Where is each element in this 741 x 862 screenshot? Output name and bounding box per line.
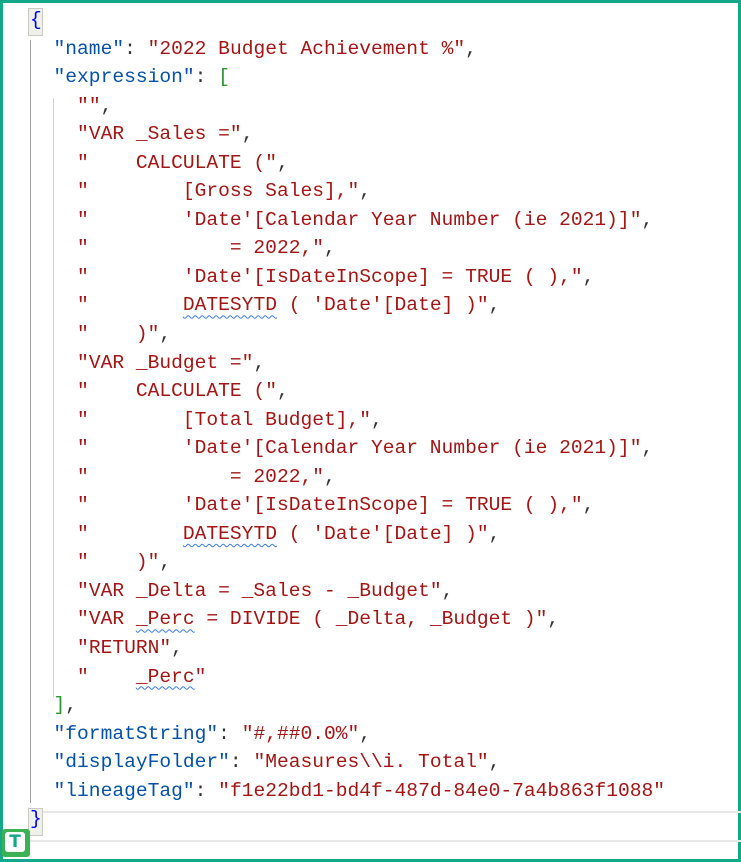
expression-line: "VAR _Budget =" (77, 351, 254, 374)
comma: , (359, 180, 372, 203)
code-line[interactable]: " )", (0, 320, 741, 349)
comma: , (441, 579, 454, 602)
code-line[interactable]: "VAR _Perc = DIVIDE ( _Delta, _Budget )"… (0, 605, 741, 634)
colon: : (194, 779, 219, 802)
code-line[interactable]: "", (0, 92, 741, 121)
expression-line: " )" (77, 551, 160, 574)
expression-line: " 'Date'[IsDateInScope] = TRUE ( )," (77, 494, 583, 517)
comma: , (171, 637, 183, 660)
expression-line: " _Perc" (77, 665, 207, 688)
code-line[interactable]: " 'Date'[Calendar Year Number (ie 2021)]… (0, 206, 741, 235)
json-key: "formatString" (53, 722, 219, 745)
comma: , (276, 151, 289, 174)
expression-line: " [Gross Sales]," (77, 180, 360, 203)
json-value-formatString: "#,##0.0%" (241, 722, 360, 745)
code-line[interactable]: ], (0, 691, 741, 720)
comma: , (582, 265, 595, 288)
code-line[interactable]: "formatString": "#,##0.0%", (0, 720, 741, 749)
json-key: "name" (53, 37, 125, 60)
comma: , (488, 522, 501, 545)
comma: , (641, 208, 654, 231)
code-line[interactable]: " DATESYTD ( 'Date'[Date] )", (0, 520, 741, 549)
expression-line: "" (77, 94, 101, 117)
code-line[interactable]: " 'Date'[IsDateInScope] = TRUE ( ),", (0, 263, 741, 292)
code-line[interactable]: " = 2022,", (0, 234, 741, 263)
comma: , (641, 437, 654, 460)
json-key: "lineageTag" (53, 779, 195, 802)
comma: , (488, 751, 501, 774)
comma: , (371, 408, 383, 431)
close-bracket: ] (53, 694, 66, 717)
spellcheck-squiggle: _Perc (135, 608, 195, 631)
colon: : (194, 66, 219, 89)
json-key: "expression" (53, 66, 195, 89)
code-line[interactable]: " [Total Budget],", (0, 406, 741, 435)
code-line[interactable]: "expression": [ (0, 63, 741, 92)
expression-line: "VAR _Sales =" (77, 123, 242, 146)
code-line[interactable]: " CALCULATE (", (0, 377, 741, 406)
expression-line: " = 2022," (77, 237, 324, 260)
comma: , (100, 94, 113, 117)
colon: : (218, 722, 242, 745)
code-line[interactable]: " DATESYTD ( 'Date'[Date] )", (0, 291, 741, 320)
code-line[interactable]: } (0, 805, 741, 834)
code-line[interactable]: "RETURN", (0, 634, 741, 663)
expression-line: " DATESYTD ( 'Date'[Date] )" (77, 294, 489, 317)
spellcheck-squiggle: DATESYTD (182, 522, 277, 545)
expression-line: " 'Date'[IsDateInScope] = TRUE ( )," (77, 265, 583, 288)
json-code-editor[interactable]: { "name": "2022 Budget Achievement %", "… (0, 6, 741, 842)
expression-line: "VAR _Delta = _Sales - _Budget" (77, 579, 442, 602)
json-value-name: "2022 Budget Achievement %" (147, 37, 466, 60)
expression-line: " )" (77, 323, 160, 346)
comma: , (159, 551, 172, 574)
comma: , (465, 37, 477, 60)
code-line[interactable]: " 'Date'[IsDateInScope] = TRUE ( ),", (0, 491, 741, 520)
code-line[interactable]: " )", (0, 548, 741, 577)
comma: , (65, 694, 78, 717)
code-line[interactable]: " CALCULATE (", (0, 149, 741, 178)
app-logo: T (2, 829, 30, 857)
comma: , (323, 237, 336, 260)
expression-line: " CALCULATE (" (77, 380, 277, 403)
comma: , (488, 294, 501, 317)
close-brace: } (30, 808, 42, 831)
comma: , (253, 351, 266, 374)
code-line[interactable]: " [Gross Sales],", (0, 177, 741, 206)
expression-line: " 'Date'[Calendar Year Number (ie 2021)]… (77, 437, 642, 460)
comma: , (582, 494, 595, 517)
code-line[interactable]: " _Perc" (0, 663, 741, 692)
comma: , (323, 465, 336, 488)
open-bracket: [ (218, 66, 230, 89)
logo-letter: T (5, 832, 25, 852)
code-line[interactable]: "VAR _Budget =", (0, 349, 741, 378)
expression-line: " 'Date'[Calendar Year Number (ie 2021)]… (77, 208, 642, 231)
expression-line: "VAR _Perc = DIVIDE ( _Delta, _Budget )" (77, 608, 548, 631)
json-value-lineageTag: "f1e22bd1-bd4f-487d-84e0-7a4b863f1088" (218, 779, 665, 802)
expression-line: " [Total Budget]," (77, 408, 372, 431)
open-brace: { (30, 9, 42, 31)
json-key: "displayFolder" (53, 751, 230, 774)
code-line[interactable]: "VAR _Delta = _Sales - _Budget", (0, 577, 741, 606)
code-line[interactable]: " 'Date'[Calendar Year Number (ie 2021)]… (0, 434, 741, 463)
code-line[interactable]: "VAR _Sales =", (0, 120, 741, 149)
code-line[interactable]: " = 2022,", (0, 463, 741, 492)
expression-line: " DATESYTD ( 'Date'[Date] )" (77, 522, 489, 545)
code-line[interactable]: { (0, 6, 741, 35)
comma: , (241, 123, 254, 146)
json-value-displayFolder: "Measures\\i. Total" (253, 751, 489, 774)
comma: , (547, 608, 560, 631)
comma: , (276, 380, 289, 403)
colon: : (124, 37, 148, 60)
code-line[interactable]: "name": "2022 Budget Achievement %", (0, 35, 741, 64)
expression-line: " CALCULATE (" (77, 151, 277, 174)
spellcheck-squiggle: DATESYTD (182, 294, 277, 317)
code-line[interactable]: "displayFolder": "Measures\\i. Total", (0, 748, 741, 777)
code-line[interactable]: "lineageTag": "f1e22bd1-bd4f-487d-84e0-7… (0, 777, 741, 806)
spellcheck-squiggle: _Perc (135, 665, 195, 688)
expression-line: " = 2022," (77, 465, 324, 488)
colon: : (229, 751, 254, 774)
expression-line: "RETURN" (77, 637, 172, 660)
comma: , (159, 323, 172, 346)
comma: , (359, 722, 372, 745)
